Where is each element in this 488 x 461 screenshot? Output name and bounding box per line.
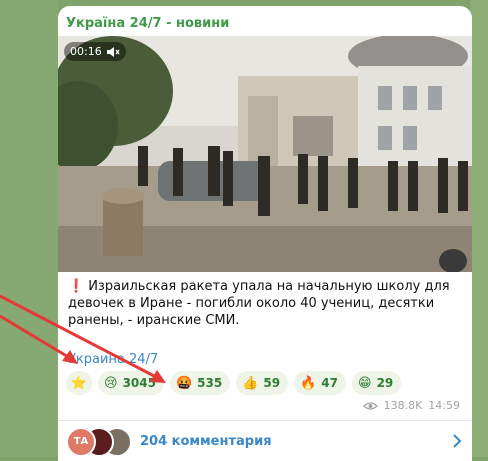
reaction-grin[interactable]: 😁 29: [352, 371, 402, 395]
post-body: Израильская ракета упала на начальную шк…: [68, 279, 450, 328]
video-duration-badge: 00:16: [64, 42, 126, 61]
message-time: 14:59: [428, 399, 460, 412]
source-link[interactable]: Украина 24/7: [68, 352, 158, 367]
reaction-count: 3045: [122, 376, 156, 390]
video-frame: [58, 36, 472, 272]
mute-icon[interactable]: [106, 46, 120, 58]
thumbs-up-emoji-icon: 👍: [242, 375, 259, 391]
exclamation-icon: ❗: [68, 279, 85, 294]
reaction-fire[interactable]: 🔥 47: [294, 371, 346, 395]
view-count: 138.8K: [383, 399, 423, 412]
reaction-count: 47: [321, 376, 338, 390]
reaction-count: 59: [263, 376, 281, 390]
channel-name[interactable]: Україна 24/7 - новини: [66, 16, 229, 31]
angry-emoji-icon: 🤬: [175, 375, 193, 391]
video-duration: 00:16: [70, 45, 102, 58]
comments-bar[interactable]: ТА 204 комментария: [58, 421, 472, 461]
comments-count-label[interactable]: 204 комментария: [140, 434, 272, 449]
star-emoji-icon: ⭐: [70, 375, 88, 391]
reaction-count: 535: [197, 376, 223, 390]
reactions-bar: ⭐ 😢 3045 🤬 535 👍 59 🔥 47 😁 29: [66, 371, 402, 395]
avatar: ТА: [66, 427, 96, 457]
post-text: ❗ Израильская ракета упала на начальную ш…: [68, 278, 464, 329]
fire-emoji-icon: 🔥: [300, 375, 317, 391]
reaction-thumbs-up[interactable]: 👍 59: [236, 371, 289, 395]
reaction-cry[interactable]: 😢 3045: [98, 371, 164, 395]
eye-icon: [362, 401, 378, 410]
reaction-star[interactable]: ⭐: [66, 371, 92, 395]
chevron-right-icon[interactable]: [452, 433, 462, 449]
reaction-count: 29: [376, 376, 394, 390]
crying-emoji-icon: 😢: [104, 375, 118, 391]
chat-background-right: [470, 0, 488, 457]
reaction-angry[interactable]: 🤬 535: [169, 371, 231, 395]
commenter-avatars: ТА: [66, 427, 136, 457]
message-card: Україна 24/7 - новини 00:16 ❗ Израильска…: [58, 6, 472, 461]
grin-emoji-icon: 😁: [358, 375, 372, 391]
video-player[interactable]: 00:16: [58, 36, 472, 272]
chat-background-left: [0, 0, 58, 457]
message-meta: 138.8K 14:59: [362, 399, 460, 412]
